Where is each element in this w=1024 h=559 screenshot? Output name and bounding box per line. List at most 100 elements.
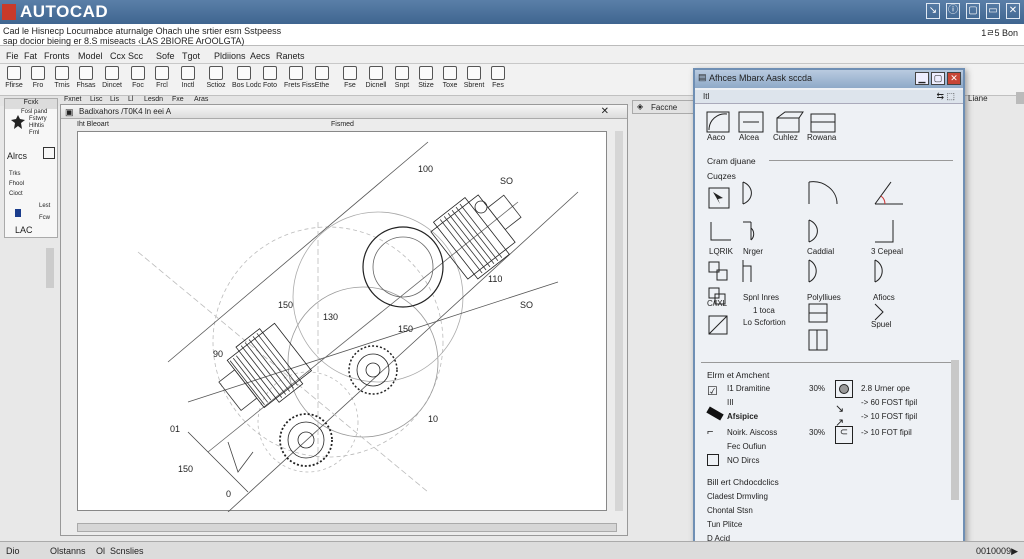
subbar-item[interactable]: Lisc	[90, 96, 102, 103]
polyline-icon[interactable]	[807, 258, 839, 284]
tool-ffirse[interactable]: Ffirse	[2, 66, 26, 89]
menu-ccx[interactable]: Ccx Scc	[110, 51, 143, 61]
arcs-icon[interactable]	[873, 258, 905, 284]
dialog-scrollbar[interactable]	[951, 360, 959, 500]
link-icon[interactable]: ⊂	[835, 426, 853, 444]
left-section-label: Alrcs	[7, 151, 27, 161]
spline-icon[interactable]	[741, 258, 773, 284]
slash-box-icon[interactable]	[707, 314, 739, 340]
left-item[interactable]: Fosl pand	[21, 109, 47, 116]
tool-frcl[interactable]: Frcl	[150, 66, 174, 89]
square-icon[interactable]	[707, 454, 719, 466]
left-scrollbar[interactable]	[46, 248, 54, 288]
list-item[interactable]: Tun Plitce	[707, 520, 742, 529]
join-icon[interactable]	[807, 302, 839, 328]
drawing-canvas[interactable]: 100 110 SO SO 150 130 150 90 01 150 0 10	[77, 131, 607, 513]
dimension-label: 150	[398, 324, 413, 334]
tool-inctl[interactable]: Inctl	[176, 66, 200, 89]
pencil-icon[interactable]	[706, 406, 724, 421]
left-panel: Fcxk Fosl pand Fstwry Hlhtis Frnl Alrcs …	[4, 98, 58, 238]
left-item[interactable]: Trks	[9, 171, 20, 178]
dialog-minimize-button[interactable]: ▁	[915, 72, 929, 85]
left-item[interactable]: Fstwry	[29, 116, 47, 123]
angle-arc-icon[interactable]	[873, 180, 905, 206]
status-item[interactable]: Ol	[96, 546, 105, 556]
quarter-arc-icon[interactable]	[807, 180, 839, 206]
help-arrow-button[interactable]: ↘	[926, 3, 940, 19]
list-item[interactable]: Chontal Stsn	[707, 506, 753, 515]
left-item[interactable]: LAC	[15, 225, 33, 235]
maximize-button[interactable]: ▭	[986, 3, 1000, 19]
menu-ranets[interactable]: Ranets	[276, 51, 305, 61]
ellipse-arc-icon[interactable]	[807, 218, 839, 244]
tool-sctioz[interactable]: Sctioz	[204, 66, 228, 89]
subbar-item[interactable]: Fxnet	[64, 96, 82, 103]
tool-trnis[interactable]: Trnis	[50, 66, 74, 89]
minimize-button[interactable]: ▢	[966, 3, 980, 19]
tool-bos-lodc[interactable]: Bos Lodc	[232, 66, 261, 89]
tool-fhsas[interactable]: Fhsas	[74, 66, 98, 89]
tool-foto[interactable]: Foto	[258, 66, 282, 89]
menu-fronts[interactable]: Fronts	[44, 51, 70, 61]
tool-ethe[interactable]: Ethe	[310, 66, 334, 89]
menu-tgot[interactable]: Tgot	[182, 51, 200, 61]
grid-icon[interactable]	[707, 260, 739, 286]
left-item[interactable]: Lest	[39, 203, 50, 210]
properties-bar[interactable]: ◈ Faccne	[632, 100, 696, 114]
status-item[interactable]: Scnslies	[110, 546, 144, 556]
triangle-icon[interactable]	[873, 218, 905, 244]
right-tab[interactable]: Liane	[964, 92, 1024, 106]
tool-fes[interactable]: Fes	[486, 66, 510, 89]
tool-snpt[interactable]: Snpt	[390, 66, 414, 89]
dialog-maximize-button[interactable]: ▢	[931, 72, 945, 85]
tool-dincet[interactable]: Dincet	[100, 66, 124, 89]
left-item[interactable]: Hlhtis	[29, 123, 44, 130]
tool-fro[interactable]: Fro	[26, 66, 50, 89]
tool-foc[interactable]: Foc	[126, 66, 150, 89]
panel-toggle-icon[interactable]	[43, 147, 55, 159]
drawing-horizontal-scrollbar[interactable]	[77, 523, 617, 532]
merge-icon[interactable]	[741, 218, 773, 244]
subbar-item[interactable]: Lis	[110, 96, 119, 103]
close-icon[interactable]: ✕	[601, 106, 609, 117]
half-circle-icon[interactable]	[741, 180, 773, 206]
circle-swatch-icon[interactable]	[835, 380, 853, 398]
status-item[interactable]: Dio	[6, 546, 20, 556]
list-item[interactable]: Cladest Drmvling	[707, 492, 768, 501]
subbar-item[interactable]: Fxe	[172, 96, 184, 103]
layout-tab[interactable]: Iht Bleoart	[77, 121, 109, 128]
menu-pldiions[interactable]: Pldiions	[214, 51, 246, 61]
right-scroll-button[interactable]	[1016, 92, 1024, 104]
menu-sofe[interactable]: Sofe	[156, 51, 175, 61]
left-item[interactable]: Fhool	[9, 181, 24, 188]
subbar-item[interactable]: Lesdn	[144, 96, 163, 103]
tool-frets-fiss[interactable]: Frets Fiss	[284, 66, 315, 89]
tool-dicnell[interactable]: Dicnell	[364, 66, 388, 89]
menu-fat[interactable]: Fat	[24, 51, 37, 61]
left-item[interactable]: Fcw	[39, 215, 50, 222]
subbar-item[interactable]: Aras	[194, 96, 208, 103]
checkbox-icon[interactable]: ☑	[707, 384, 718, 398]
gear-icon[interactable]	[11, 115, 25, 129]
tool-toxe[interactable]: Toxe	[438, 66, 462, 89]
tool-stize[interactable]: Stize	[414, 66, 438, 89]
corner-icon[interactable]	[707, 218, 739, 244]
left-item[interactable]: Frnl	[29, 130, 39, 137]
menu-aecs[interactable]: Aecs	[250, 51, 270, 61]
close-button[interactable]: ✕	[1006, 3, 1020, 19]
cursor-icon[interactable]	[707, 186, 739, 212]
subbar-item[interactable]: Ll	[128, 96, 133, 103]
box-icon[interactable]	[807, 328, 839, 354]
info-button[interactable]: ⓘ	[946, 3, 960, 19]
menu-file[interactable]: Fie	[6, 51, 19, 61]
left-item[interactable]: Cioct	[9, 191, 23, 198]
model-tab[interactable]: Fismed	[331, 121, 354, 128]
menu-model[interactable]: Model	[78, 51, 103, 61]
curve-box-icon[interactable]: ⌐	[707, 426, 713, 438]
drawing-vertical-scrollbar[interactable]	[615, 131, 623, 511]
tool-fse[interactable]: Fse	[338, 66, 362, 89]
dialog-sub-controls[interactable]: ⇆ ⬚	[936, 91, 955, 102]
tool-sbrent[interactable]: Sbrent	[462, 66, 486, 89]
dialog-close-button[interactable]: ✕	[947, 72, 961, 85]
status-item[interactable]: Olstanns	[50, 546, 86, 556]
